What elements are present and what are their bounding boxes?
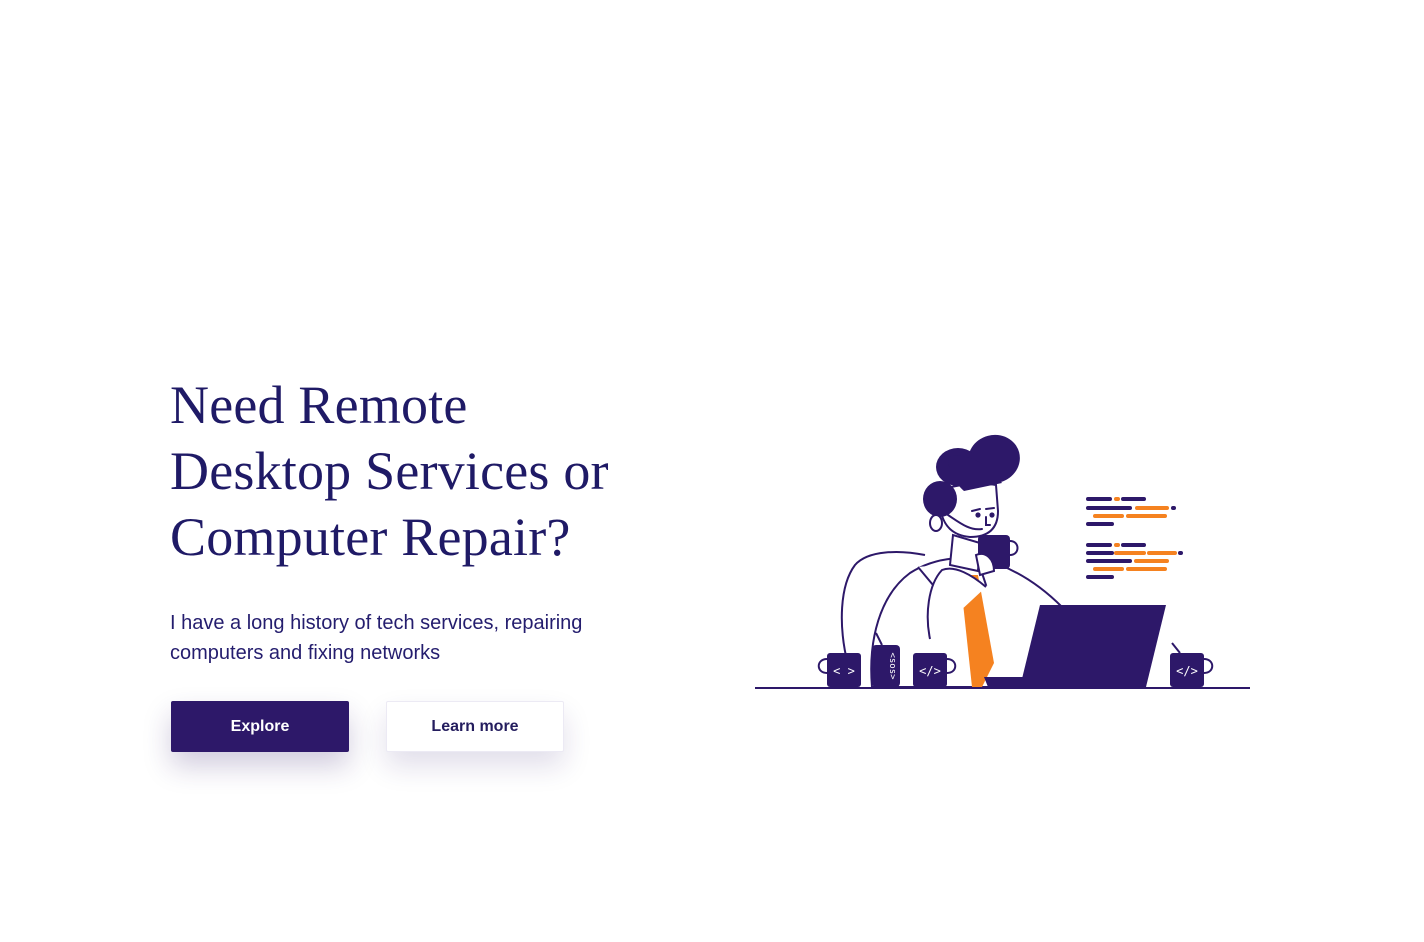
explore-button[interactable]: Explore [171,701,349,752]
person-neck [948,533,982,573]
hero-title: Need Remote Desktop Services or Computer… [170,375,609,567]
mug-right-label: </> [1176,664,1198,678]
can-label: <sos> [887,652,897,680]
developer-drinking-coffee-illustration: < > <sos> </> </> [755,434,1250,689]
hero-section: Need Remote Desktop Services or Computer… [170,372,650,668]
mug-icon: < > [817,653,861,687]
hero-subtitle: I have a long history of tech services, … [170,612,583,664]
person-ear [929,514,943,532]
landing-page: Need Remote Desktop Services or Computer… [0,0,1424,942]
cta-buttons: Explore Learn more [171,701,564,752]
mug-middle-label: </> [919,664,941,678]
mug-icon: </> [1170,642,1214,687]
mug-left-label: < > [833,664,855,678]
code-lines-graphic [1086,497,1183,579]
learn-more-button[interactable]: Learn more [386,701,564,752]
